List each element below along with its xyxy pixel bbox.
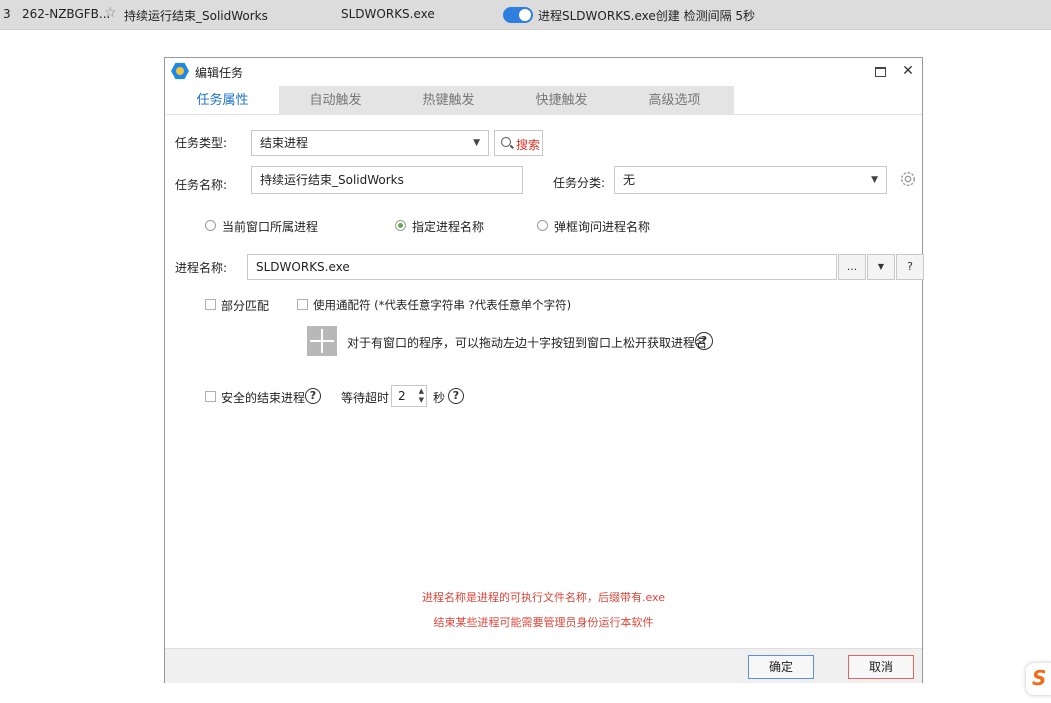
task-type-select[interactable]: 结束进程 ▼ xyxy=(251,130,489,156)
tab-hotkey-trigger[interactable]: 热键触发 xyxy=(392,86,505,115)
maximize-icon[interactable] xyxy=(871,62,889,80)
row-index: 3 xyxy=(3,7,11,21)
row-process: SLDWORKS.exe xyxy=(341,7,435,21)
radio-specified-process[interactable] xyxy=(395,220,406,231)
tab-quick-trigger[interactable]: 快捷触发 xyxy=(505,86,618,115)
chevron-down-icon: ▼ xyxy=(871,175,878,185)
partial-match-label: 部分匹配 xyxy=(221,299,270,313)
wildcard-label: 使用通配符 (*代表任意字符串 ?代表任意单个字符) xyxy=(313,298,572,312)
help-button[interactable]: ? xyxy=(896,254,924,280)
row-trigger: 进程SLDWORKS.exe创建 检测间隔 5秒 xyxy=(538,9,756,23)
process-name-label: 进程名称: xyxy=(175,261,228,275)
category-label: 任务分类: xyxy=(553,176,606,190)
dialog-footer: 确定 取消 xyxy=(165,648,922,683)
radio-prompt-label: 弹框询问进程名称 xyxy=(554,220,651,234)
stepper-arrows-icon[interactable]: ▲ ▼ xyxy=(419,387,424,405)
star-icon[interactable]: ☆ xyxy=(104,5,117,21)
row-task-name: 持续运行结束_SolidWorks xyxy=(124,9,268,23)
task-name-label: 任务名称: xyxy=(175,178,228,192)
safe-kill-label: 安全的结束进程 xyxy=(221,391,306,405)
radio-prompt-process[interactable] xyxy=(537,220,548,231)
dialog-title: 编辑任务 xyxy=(195,66,244,80)
tab-divider xyxy=(166,114,922,115)
seconds-label: 秒 xyxy=(433,391,446,405)
browse-button[interactable]: ... xyxy=(838,254,866,280)
edit-task-dialog: 编辑任务 ✕ 任务属性 自动触发 热键触发 快捷触发 高级选项 任务类型: 结束… xyxy=(164,57,924,683)
safe-kill-help-icon[interactable]: ? xyxy=(305,388,321,404)
search-icon xyxy=(501,137,511,147)
device-id: 262-NZBGFB... xyxy=(22,7,111,21)
timeout-help-icon[interactable]: ? xyxy=(448,388,464,404)
search-button[interactable]: 搜索 xyxy=(494,130,543,156)
tab-auto-trigger[interactable]: 自动触发 xyxy=(279,86,392,115)
partial-match-checkbox[interactable] xyxy=(205,299,216,310)
task-type-label: 任务类型: xyxy=(175,136,228,150)
crosshair-drag-icon[interactable] xyxy=(307,326,337,356)
search-button-label: 搜索 xyxy=(516,138,541,152)
note-admin-rights: 结束某些进程可能需要管理员身份运行本软件 xyxy=(433,616,654,629)
wildcard-checkbox[interactable] xyxy=(297,299,308,310)
tab-task-properties[interactable]: 任务属性 xyxy=(166,86,279,115)
category-select[interactable]: 无 ▼ xyxy=(614,166,887,194)
ime-floating-logo[interactable]: S xyxy=(1026,663,1051,695)
process-name-input[interactable]: SLDWORKS.exe xyxy=(247,254,837,280)
close-icon[interactable]: ✕ xyxy=(899,62,917,80)
gear-icon[interactable] xyxy=(899,170,917,188)
tab-bar: 任务属性 自动触发 热键触发 快捷触发 高级选项 xyxy=(166,86,734,115)
wait-timeout-stepper[interactable]: 2 ▲ ▼ xyxy=(391,385,427,407)
dropdown-button[interactable]: ▼ xyxy=(867,254,895,280)
wait-timeout-label: 等待超时 xyxy=(341,391,390,405)
dialog-titlebar[interactable]: 编辑任务 ✕ xyxy=(165,58,922,86)
process-name-value: SLDWORKS.exe xyxy=(256,260,350,274)
radio-specified-label: 指定进程名称 xyxy=(412,220,485,234)
drag-hint-text: 对于有窗口的程序，可以拖动左边十字按钮到窗口上松开获取进程名 xyxy=(347,336,708,350)
task-name-value: 持续运行结束_SolidWorks xyxy=(260,173,404,187)
enable-toggle[interactable] xyxy=(503,7,533,23)
cancel-button[interactable]: 取消 xyxy=(848,655,914,679)
safe-kill-checkbox[interactable] xyxy=(205,391,216,402)
ime-logo-icon: S xyxy=(1032,666,1047,690)
category-value: 无 xyxy=(623,173,636,187)
note-exe-suffix: 进程名称是进程的可执行文件名称，后缀带有.exe xyxy=(421,591,665,604)
task-name-input[interactable]: 持续运行结束_SolidWorks xyxy=(251,166,523,194)
task-list-row[interactable]: 3 262-NZBGFB... ☆ 持续运行结束_SolidWorks SLDW… xyxy=(0,0,1051,30)
wait-timeout-value: 2 xyxy=(398,389,406,403)
ok-button[interactable]: 确定 xyxy=(748,655,814,679)
task-type-value: 结束进程 xyxy=(260,136,309,150)
radio-current-window-process[interactable] xyxy=(205,220,216,231)
tab-advanced-options[interactable]: 高级选项 xyxy=(618,86,731,115)
chevron-down-icon: ▼ xyxy=(473,138,480,148)
radio-current-window-label: 当前窗口所属进程 xyxy=(222,220,319,234)
app-logo-icon xyxy=(171,62,189,80)
drag-help-icon[interactable]: ? xyxy=(695,332,713,350)
